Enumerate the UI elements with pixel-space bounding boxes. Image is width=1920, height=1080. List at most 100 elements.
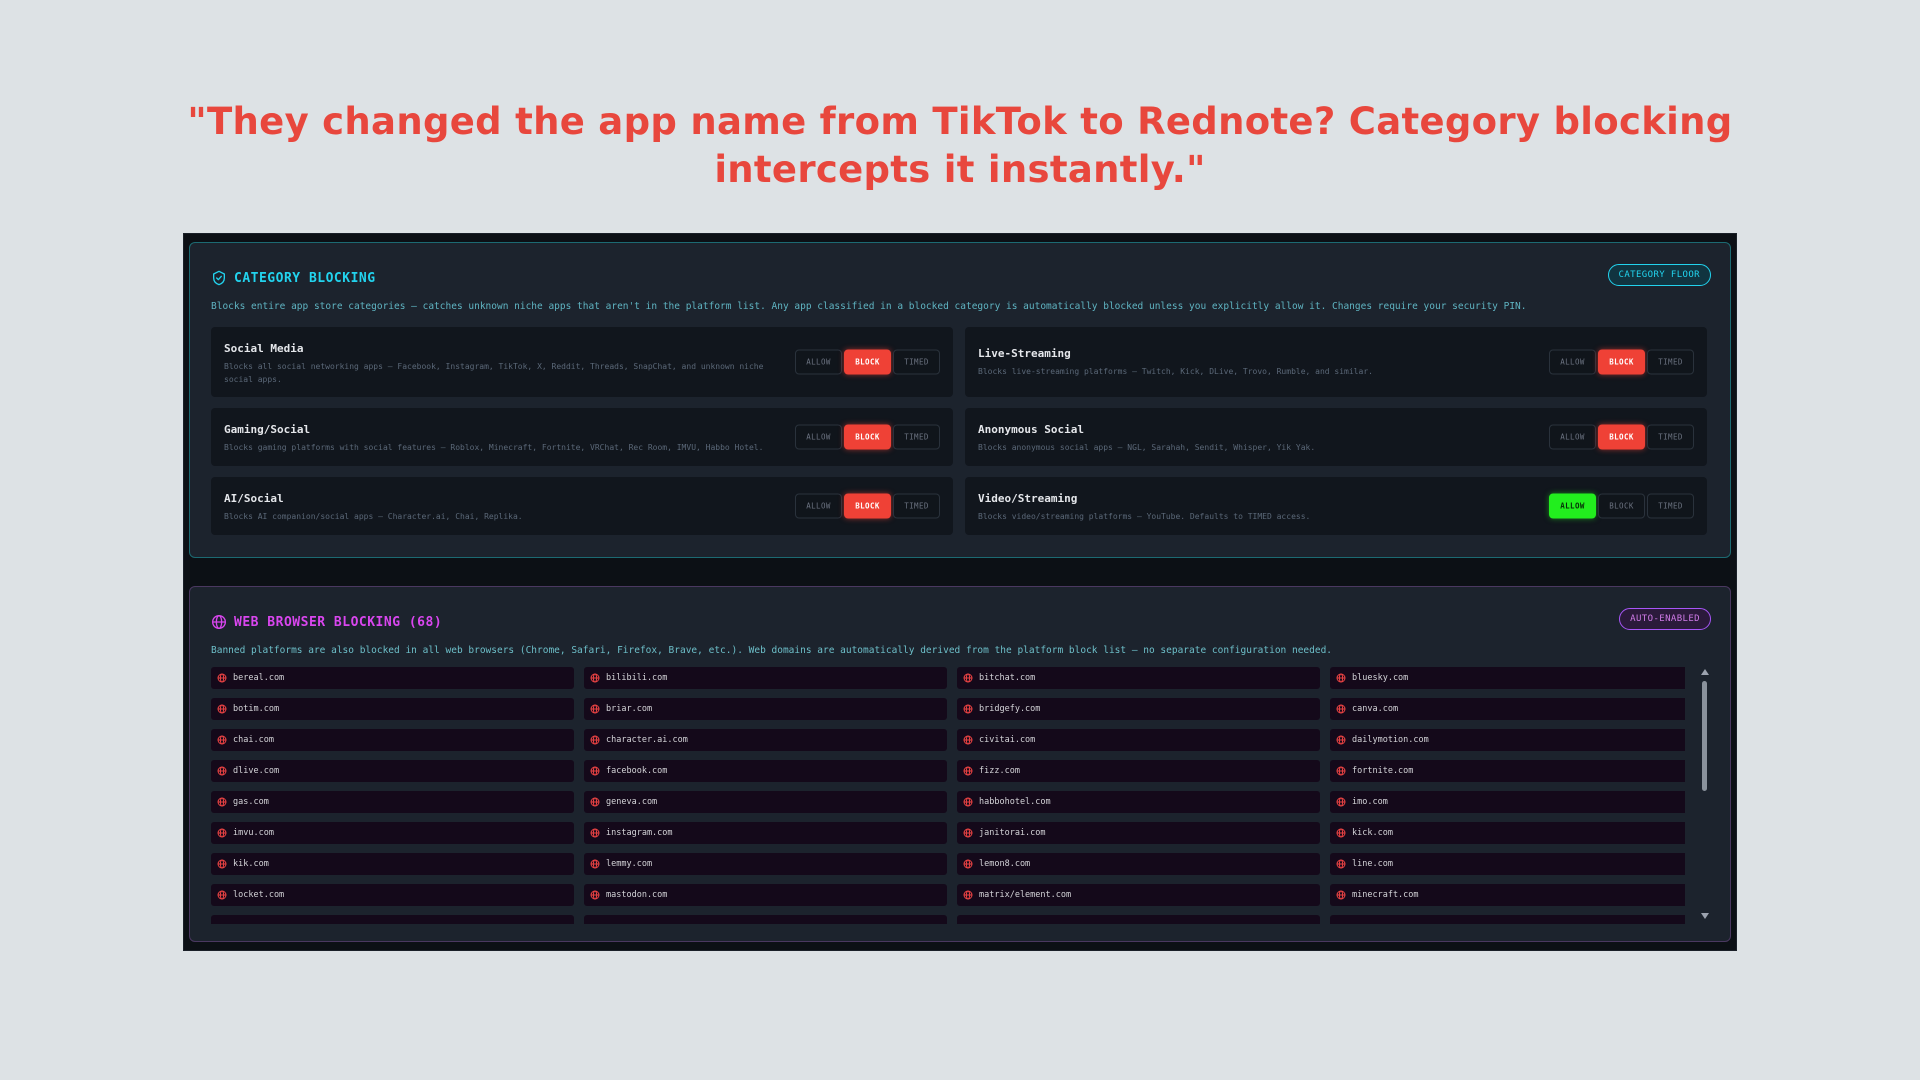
block-button[interactable]: BLOCK [1598,349,1645,375]
category-description: Blocks all social networking apps — Face… [224,362,764,384]
category-state-toggle: ALLOW BLOCK TIMED [795,493,940,519]
blocked-domain-item: bereal.com [211,667,574,689]
domain-label: geneva.com [606,797,658,807]
allow-button[interactable]: ALLOW [1549,493,1596,519]
domain-label: locket.com [233,890,285,900]
category-state-toggle: ALLOW BLOCK TIMED [1549,493,1694,519]
domain-label: imo.com [1352,797,1388,807]
headline-line-2: intercepts it instantly." [714,148,1206,191]
timed-button[interactable]: TIMED [893,349,940,375]
scroll-down-arrow-icon[interactable] [1701,913,1709,919]
category-card-gaming-social: Gaming/Social Blocks gaming platforms wi… [211,408,953,466]
blocked-domain-item: kik.com [211,853,574,875]
block-button[interactable]: BLOCK [844,493,891,519]
domain-label: lemmy.com [606,859,653,869]
blocked-domain-item: imvu.com [211,822,574,844]
timed-button[interactable]: TIMED [893,493,940,519]
category-card-grid: Social Media Blocks all social networkin… [211,327,1713,535]
domain-label: dailymotion.com [1352,735,1429,745]
globe-icon [1336,797,1346,807]
domain-label: fortnite.com [1352,766,1414,776]
allow-button[interactable]: ALLOW [795,424,842,450]
timed-button[interactable]: TIMED [893,424,940,450]
allow-button[interactable]: ALLOW [795,493,842,519]
blocked-domain-item: briar.com [584,698,947,720]
timed-button[interactable]: TIMED [1647,424,1694,450]
category-state-toggle: ALLOW BLOCK TIMED [1549,424,1694,450]
category-blocking-panel: CATEGORY BLOCKING CATEGORY FLOOR Blocks … [189,242,1731,558]
blocked-domain-item: mastodon.com [584,884,947,906]
globe-icon [1336,673,1346,683]
blocked-domain-item: gas.com [211,791,574,813]
blocked-domain-item: imo.com [1330,791,1685,813]
category-card-live-streaming: Live-Streaming Blocks live-streaming pla… [965,327,1707,397]
domain-label: minecraft.com [1352,890,1419,900]
blocked-domain-item: geneva.com [584,791,947,813]
blocked-domain-item: fizz.com [957,760,1320,782]
web-blocking-header: WEB BROWSER BLOCKING (68) [211,613,442,631]
globe-icon [590,704,600,714]
category-state-toggle: ALLOW BLOCK TIMED [795,424,940,450]
shield-check-icon [213,270,225,286]
domain-label: matrix/element.com [979,890,1072,900]
timed-button[interactable]: TIMED [1647,349,1694,375]
category-name: Anonymous Social [978,423,1084,436]
domain-label: fizz.com [979,766,1020,776]
globe-icon [217,735,227,745]
globe-icon [1336,890,1346,900]
globe-icon [963,828,973,838]
domain-label: kik.com [233,859,269,869]
category-blocking-header: CATEGORY BLOCKING [211,269,376,287]
globe-icon [217,890,227,900]
globe-icon [963,859,973,869]
category-name: AI/Social [224,492,284,505]
scroll-thumb[interactable] [1702,681,1707,791]
globe-icon [1336,704,1346,714]
globe-icon [963,766,973,776]
blocked-domain-item: character.ai.com [584,729,947,751]
globe-icon [963,797,973,807]
globe-icon [217,828,227,838]
domain-list-scrollbar[interactable] [1701,669,1709,919]
domain-label: facebook.com [606,766,668,776]
category-description: Blocks gaming platforms with social feat… [224,443,764,452]
blocked-domain-item: janitorai.com [957,822,1320,844]
blocked-domain-item [584,915,947,924]
domain-label: habbohotel.com [979,797,1051,807]
domain-label: bridgefy.com [979,704,1041,714]
blocked-domain-item: facebook.com [584,760,947,782]
block-button[interactable]: BLOCK [844,349,891,375]
block-button[interactable]: BLOCK [1598,493,1645,519]
headline-line-1: "They changed the app name from TikTok t… [187,100,1733,143]
blocked-domain-item [1330,915,1685,924]
globe-icon [590,735,600,745]
allow-button[interactable]: ALLOW [1549,349,1596,375]
category-card-anonymous-social: Anonymous Social Blocks anonymous social… [965,408,1707,466]
app-window: CATEGORY BLOCKING CATEGORY FLOOR Blocks … [183,233,1737,951]
globe-icon [217,673,227,683]
allow-button[interactable]: ALLOW [795,349,842,375]
blocked-domain-item: kick.com [1330,822,1685,844]
block-button[interactable]: BLOCK [844,424,891,450]
globe-icon [963,735,973,745]
category-name: Video/Streaming [978,492,1078,505]
category-description: Blocks video/streaming platforms — YouTu… [978,512,1311,521]
domain-label: bereal.com [233,673,285,683]
domain-label: kick.com [1352,828,1393,838]
globe-icon [963,673,973,683]
scroll-up-arrow-icon[interactable] [1701,669,1709,675]
globe-icon [1336,828,1346,838]
domain-label: bluesky.com [1352,673,1409,683]
allow-button[interactable]: ALLOW [1549,424,1596,450]
block-button[interactable]: BLOCK [1598,424,1645,450]
blocked-domain-item: chai.com [211,729,574,751]
globe-icon [590,797,600,807]
blocked-domain-item: fortnite.com [1330,760,1685,782]
globe-icon [590,766,600,776]
blocked-domain-item [211,915,574,924]
category-floor-badge: CATEGORY FLOOR [1607,264,1711,286]
category-name: Live-Streaming [978,347,1071,360]
blocked-domain-item: habbohotel.com [957,791,1320,813]
headline: "They changed the app name from TikTok t… [0,98,1920,194]
timed-button[interactable]: TIMED [1647,493,1694,519]
